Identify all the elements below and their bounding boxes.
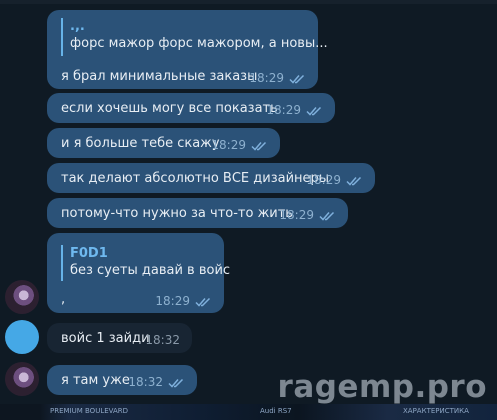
message-bubble[interactable]: так делают абсолютно ВСЕ дизайнеры 18:29 bbox=[47, 163, 375, 193]
avatar[interactable] bbox=[5, 280, 39, 314]
reply-quote[interactable]: .,. форс мажор форс мажором, а новы... bbox=[61, 18, 328, 56]
double-check-icon bbox=[168, 378, 184, 388]
message-bubble[interactable]: войс 1 зайди 18:32 bbox=[47, 323, 192, 353]
message-bubble[interactable]: и я больше тебе скажу 18:29 bbox=[47, 128, 280, 158]
message-time: 18:29 bbox=[211, 138, 246, 152]
watermark: ragemp.pro bbox=[277, 369, 487, 405]
double-check-icon bbox=[346, 176, 362, 186]
message-text: войс 1 зайди bbox=[61, 331, 150, 346]
message-bubble[interactable]: F0D1 без суеты давай в войс , 18:29 bbox=[47, 233, 230, 313]
message-bubble[interactable]: .,. форс мажор форс мажором, а новы... я… bbox=[47, 10, 328, 89]
message-text: я там уже bbox=[61, 373, 130, 388]
reply-text: форс мажор форс мажором, а новы... bbox=[70, 36, 328, 51]
header-edge bbox=[0, 0, 497, 4]
message-text: и я больше тебе скажу bbox=[61, 136, 220, 151]
message-meta: 18:29 bbox=[249, 70, 306, 87]
reply-author: F0D1 bbox=[70, 246, 108, 261]
reply-author: .,. bbox=[70, 19, 85, 34]
double-check-icon bbox=[195, 297, 211, 307]
message-bubble[interactable]: я там уже 18:32 bbox=[47, 365, 197, 395]
message-meta: 18:29 bbox=[211, 137, 268, 154]
message-bubble[interactable]: потому-что нужно за что-то жить 18:29 bbox=[47, 198, 348, 228]
message-time: 18:32 bbox=[128, 375, 163, 389]
bottom-banner: PREMIUM BOULEVARD Audi RS7 ХАРАКТЕРИСТИК… bbox=[0, 404, 497, 420]
message-text: если хочешь могу все показать bbox=[61, 101, 278, 116]
reply-text: без суеты давай в войс bbox=[70, 263, 231, 278]
message-text: потому-что нужно за что-то жить bbox=[61, 206, 293, 221]
avatar[interactable] bbox=[5, 362, 39, 396]
message-meta: 18:32 bbox=[145, 332, 180, 349]
message-time: 18:29 bbox=[155, 294, 190, 308]
message-time: 18:29 bbox=[266, 103, 301, 117]
message-time: 18:29 bbox=[306, 173, 341, 187]
double-check-icon bbox=[319, 211, 335, 221]
message-text: я брал минимальные заказы bbox=[61, 69, 258, 84]
message-text: , bbox=[61, 292, 66, 307]
message-time: 18:32 bbox=[145, 333, 180, 347]
reply-quote[interactable]: F0D1 без суеты давай в войс bbox=[61, 245, 230, 281]
message-meta: 18:29 bbox=[306, 172, 363, 189]
message-meta: 18:32 bbox=[128, 374, 185, 391]
message-meta: 18:29 bbox=[279, 207, 336, 224]
banner-right-text: ХАРАКТЕРИСТИКА bbox=[403, 407, 469, 415]
message-meta: 18:29 bbox=[155, 293, 212, 310]
double-check-icon bbox=[289, 74, 305, 84]
message-bubble[interactable]: если хочешь могу все показать 18:29 bbox=[47, 93, 335, 123]
banner-mid-text: Audi RS7 bbox=[260, 407, 292, 415]
message-time: 18:29 bbox=[249, 71, 284, 85]
banner-left-text: PREMIUM BOULEVARD bbox=[50, 407, 129, 415]
double-check-icon bbox=[306, 106, 322, 116]
message-time: 18:29 bbox=[279, 208, 314, 222]
message-text: так делают абсолютно ВСЕ дизайнеры bbox=[61, 171, 330, 186]
avatar[interactable] bbox=[5, 320, 39, 354]
double-check-icon bbox=[251, 141, 267, 151]
message-meta: 18:29 bbox=[266, 102, 323, 119]
